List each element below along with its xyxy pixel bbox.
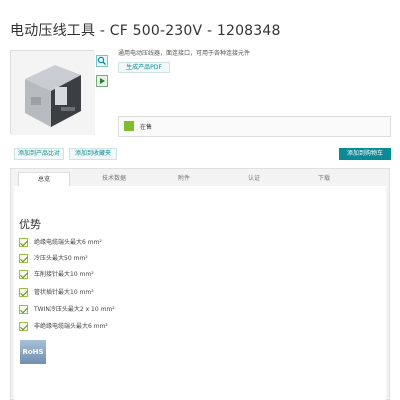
video-play-icon[interactable]: [96, 75, 108, 87]
generate-pdf-button[interactable]: 生成产品PDF: [118, 62, 170, 73]
checkmark-icon: [19, 270, 28, 279]
checkmark-icon: [19, 238, 28, 247]
zoom-icon[interactable]: [96, 52, 108, 67]
tab-downloads[interactable]: 下载: [298, 172, 350, 186]
checkmark-icon: [19, 254, 28, 263]
stock-status-box: 在售: [118, 116, 391, 137]
advantages-title: 优势: [19, 218, 41, 231]
list-item-text: 冷压头最大50 mm²: [34, 255, 88, 262]
list-item-text: 绝缘电缆端头最大6 mm²: [34, 239, 102, 246]
checkmark-icon: [19, 288, 28, 297]
tab-technical-data[interactable]: 技术数据: [88, 172, 140, 186]
tab-bar: 总览 技术数据 附件 认证 下载: [10, 172, 390, 186]
stock-status-text: 在售: [140, 124, 153, 131]
list-item-text: 管状插针最大10 mm²: [34, 289, 94, 296]
checkmark-icon: [19, 305, 28, 314]
list-item-text: 非绝缘电缆端头最大6 mm²: [34, 323, 108, 330]
tab-approvals[interactable]: 认证: [228, 172, 280, 186]
add-to-compare-button[interactable]: 添加到产品比对: [14, 148, 64, 160]
checkmark-icon: [19, 322, 28, 331]
page-title: 电动压线工具 - CF 500-230V - 1208348: [10, 23, 281, 39]
product-image[interactable]: [10, 50, 95, 135]
product-description: 通用电动压线器，面连接口，可用于各种连接元件: [118, 50, 251, 57]
tab-accessories[interactable]: 附件: [158, 172, 210, 186]
crimping-machine-image: [11, 51, 95, 135]
rohs-badge: RoHS: [20, 340, 46, 364]
tab-overview[interactable]: 总览: [18, 172, 70, 186]
add-to-cart-button[interactable]: 添加到购物车: [339, 148, 391, 160]
in-stock-indicator-icon: [124, 121, 134, 131]
list-item-text: 车削接针最大10 mm²: [34, 271, 94, 278]
add-to-favorites-button[interactable]: 添加到收藏夹: [69, 148, 117, 160]
list-item-text: TWIN冷压头最大2 x 10 mm²: [34, 306, 115, 313]
